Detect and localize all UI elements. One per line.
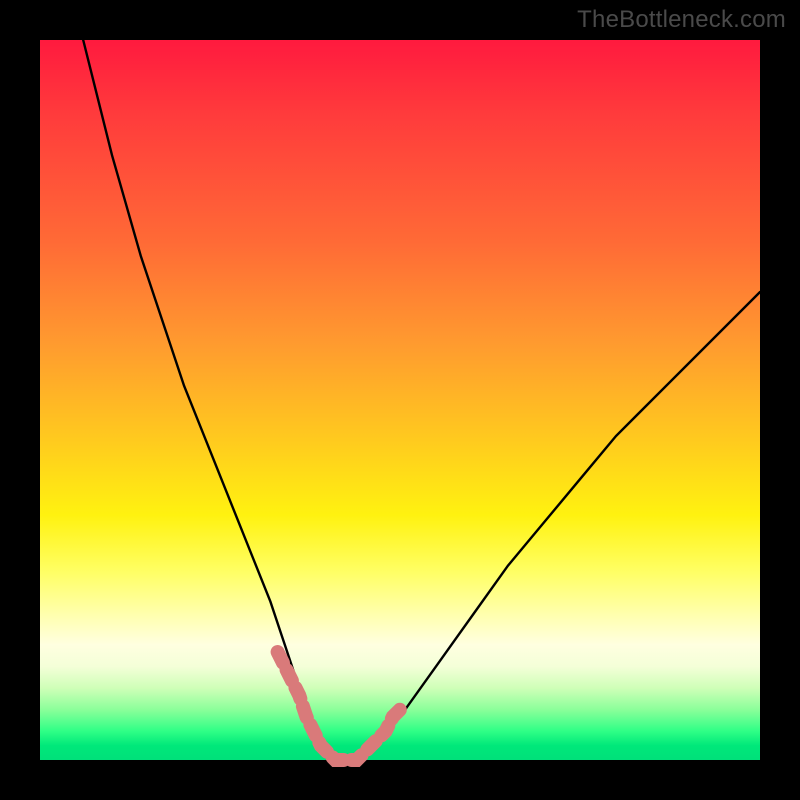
- curve-svg: [40, 40, 760, 760]
- watermark-text: TheBottleneck.com: [577, 6, 786, 34]
- highlight-band: [278, 652, 400, 760]
- bottleneck-curve: [83, 40, 760, 760]
- chart-frame: TheBottleneck.com: [0, 0, 800, 800]
- plot-area: [40, 40, 760, 760]
